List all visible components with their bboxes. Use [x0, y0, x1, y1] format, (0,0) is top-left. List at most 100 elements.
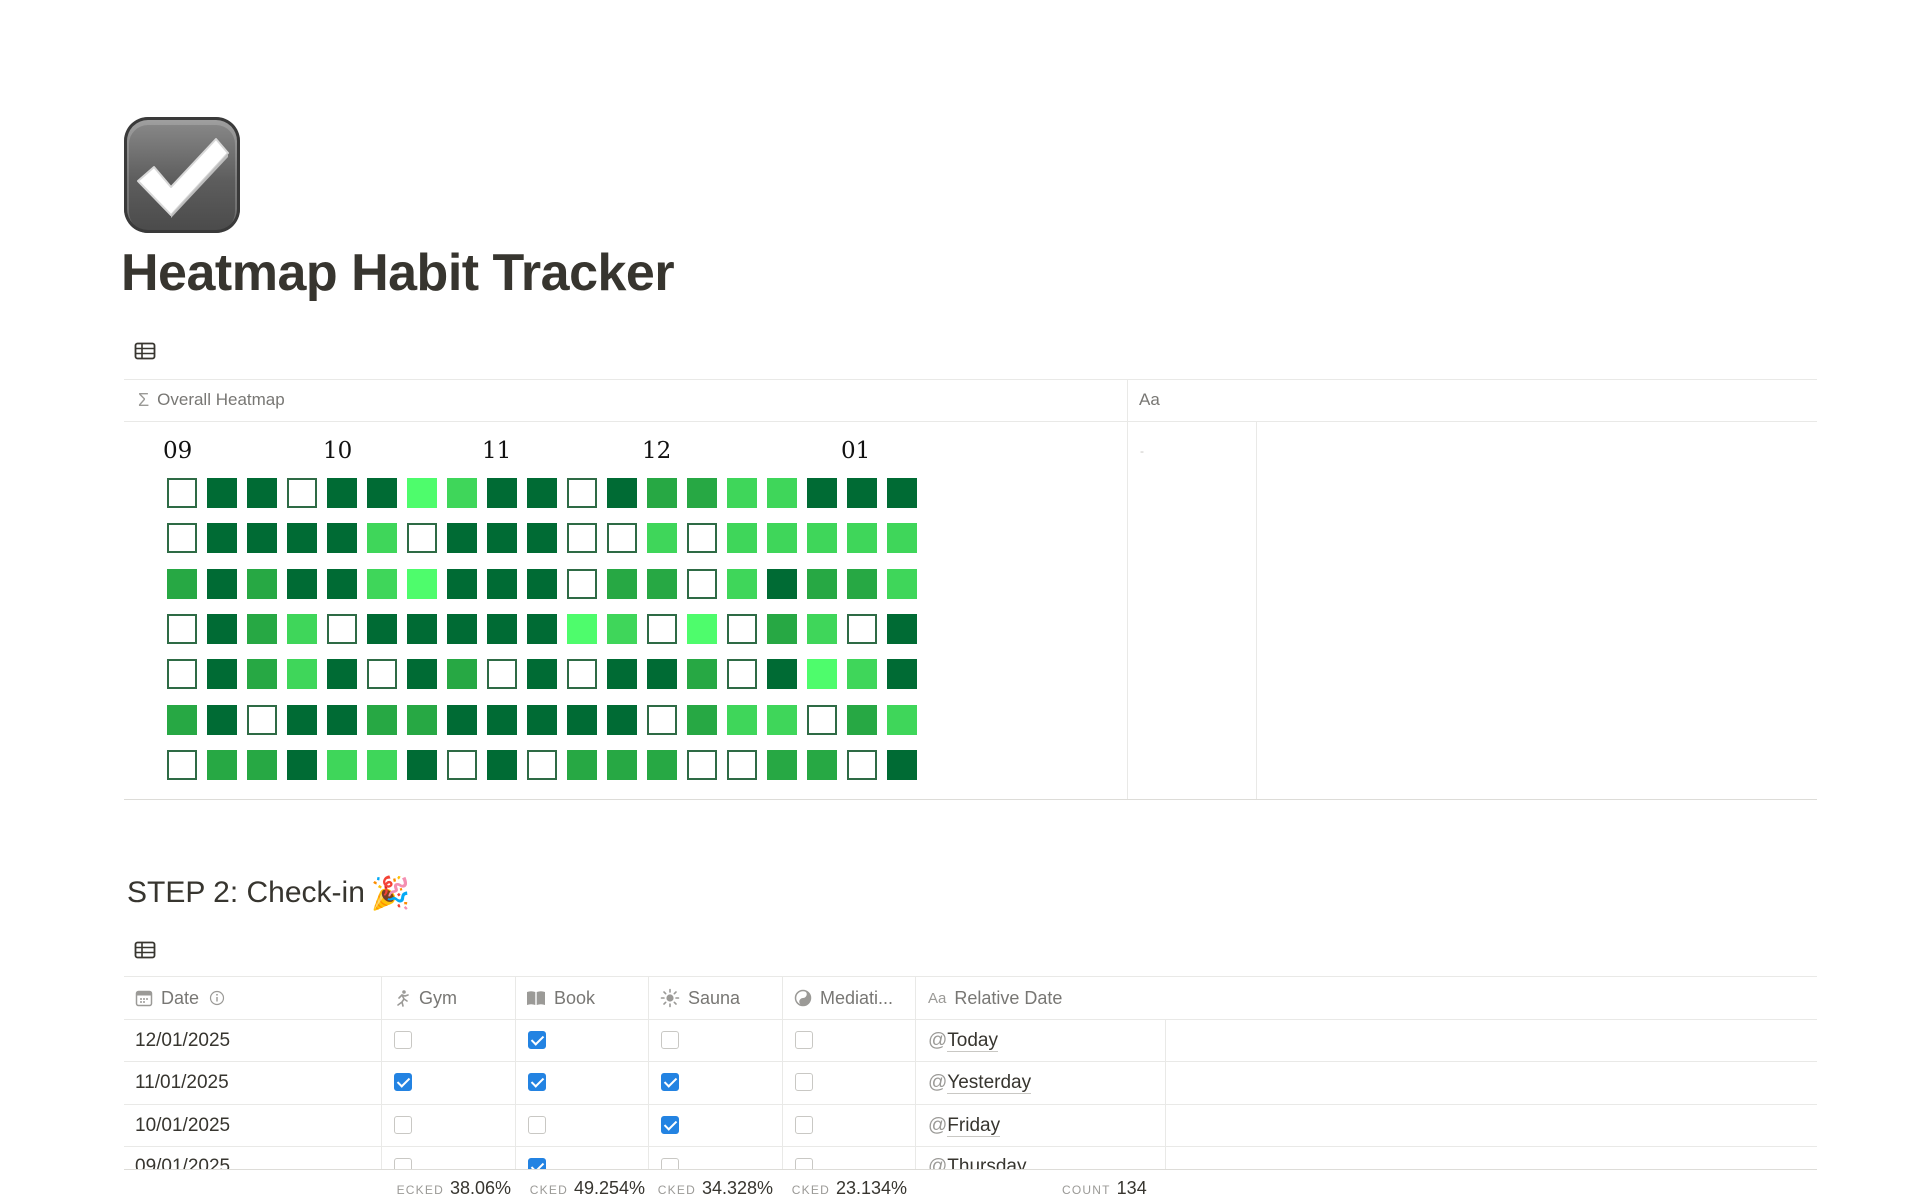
checkin-table-header-border: [124, 1019, 1817, 1020]
heatmap-day-cell: [887, 614, 917, 644]
heatmap-day-cell: [527, 569, 557, 599]
table-view-icon[interactable]: [134, 941, 156, 964]
heatmap-day-cell: [487, 614, 517, 644]
heatmap-day-cell: [887, 523, 917, 553]
meditation-checkbox[interactable]: [795, 1073, 813, 1091]
heatmap-day-cell: [487, 750, 517, 780]
column-header-book[interactable]: Book: [526, 977, 644, 1019]
month-label: 12: [642, 438, 672, 464]
heatmap-day-cell: [727, 659, 757, 689]
heatmap-day-cell: [407, 659, 437, 689]
column-header-label: Gym: [419, 987, 457, 1008]
heatmap-day-cell: [367, 523, 397, 553]
heatmap-day-cell: [807, 705, 837, 735]
calc-value: 34.328%: [701, 1178, 773, 1198]
gym-percent-checked[interactable]: ECKED 38.06%: [381, 1178, 511, 1199]
row-date[interactable]: 10/01/2025: [135, 1115, 230, 1137]
heatmap-day-cell: [207, 659, 237, 689]
heatmap-day-cell: [287, 614, 317, 644]
meditation-checkbox[interactable]: [795, 1116, 813, 1134]
column-header-overall-heatmap[interactable]: Σ Overall Heatmap: [138, 380, 285, 420]
page-icon-check-mark[interactable]: [124, 117, 240, 233]
heatmap-day-cell: [367, 750, 397, 780]
heatmap-day-cell: [647, 614, 677, 644]
heatmap-day-cell: [647, 569, 677, 599]
heatmap-day-cell: [527, 750, 557, 780]
column-header-date[interactable]: Date: [135, 977, 375, 1019]
heatmap-day-cell: [687, 523, 717, 553]
heatmap-day-cell: [447, 705, 477, 735]
column-header-label: Date: [161, 987, 200, 1008]
heatmap-table-top-border: [124, 379, 1817, 380]
heatmap-day-cell: [727, 569, 757, 599]
heatmap-day-cell: [807, 478, 837, 508]
row-date[interactable]: 12/01/2025: [135, 1030, 230, 1052]
heatmap-day-cell: [447, 614, 477, 644]
relative-date-value: Friday: [947, 1115, 1001, 1137]
calc-label: CKED: [791, 1183, 830, 1197]
sauna-checkbox[interactable]: [661, 1031, 679, 1049]
column-header-sauna[interactable]: Sauna: [660, 977, 778, 1019]
column-header-gym[interactable]: Gym: [393, 977, 511, 1019]
calc-label: COUNT: [1062, 1183, 1111, 1197]
heatmap-day-cell: [847, 478, 877, 508]
yin-yang-icon: [794, 989, 812, 1007]
column-header-label: Sauna: [688, 987, 741, 1008]
heatmap-day-cell: [287, 659, 317, 689]
text-property-icon: Aa: [1139, 390, 1160, 409]
heatmap-day-cell: [767, 750, 797, 780]
heatmap-day-cell: [167, 614, 197, 644]
heatmap-day-cell: [287, 750, 317, 780]
heatmap-day-cell: [207, 705, 237, 735]
relative-date-mention[interactable]: @Today: [928, 1030, 998, 1052]
book-checkbox[interactable]: [528, 1116, 546, 1134]
relative-date-mention[interactable]: @Friday: [928, 1115, 1001, 1137]
table-view-icon[interactable]: [134, 342, 156, 365]
sauna-checkbox[interactable]: [661, 1116, 679, 1134]
relative-date-count[interactable]: COUNT 134: [1062, 1178, 1147, 1199]
heatmap-day-cell: [487, 705, 517, 735]
column-header-relative-date[interactable]: Aa Relative Date: [928, 977, 1158, 1019]
relative-date-mention[interactable]: @Yesterday: [928, 1072, 1032, 1094]
heatmap-day-cell: [407, 614, 437, 644]
heatmap-day-cell: [887, 478, 917, 508]
row-date[interactable]: 11/01/2025: [135, 1072, 229, 1094]
sauna-checkbox[interactable]: [661, 1073, 679, 1091]
meditation-percent-checked[interactable]: CKED 23.134%: [782, 1178, 907, 1199]
heatmap-day-cell: [527, 659, 557, 689]
heatmap-day-cell: [607, 569, 637, 599]
heatmap-day-cell: [847, 569, 877, 599]
heatmap-day-cell: [647, 478, 677, 508]
heatmap-day-cell: [167, 478, 197, 508]
heatmap-day-cell: [687, 750, 717, 780]
gym-checkbox[interactable]: [394, 1031, 412, 1049]
heatmap-day-cell: [167, 523, 197, 553]
heatmap-day-cell: [807, 569, 837, 599]
party-popper-icon: 🎉: [370, 875, 411, 911]
column-header-name[interactable]: Aa: [1139, 380, 1160, 420]
info-icon[interactable]: [209, 990, 225, 1006]
heatmap-day-cell: [287, 705, 317, 735]
heatmap-day-cell: [847, 523, 877, 553]
heatmap-day-cell: [647, 705, 677, 735]
month-label: 01: [841, 438, 871, 464]
heatmap-day-cell: [327, 569, 357, 599]
column-divider: [381, 976, 382, 1169]
heatmap-day-cell: [447, 659, 477, 689]
sauna-percent-checked[interactable]: CKED 34.328%: [648, 1178, 773, 1199]
heatmap-day-cell: [687, 614, 717, 644]
meditation-checkbox[interactable]: [795, 1031, 813, 1049]
gym-checkbox[interactable]: [394, 1073, 412, 1091]
heatmap-day-cell: [407, 750, 437, 780]
column-header-meditation[interactable]: Mediati...: [794, 977, 912, 1019]
heatmap-grid: [167, 478, 927, 788]
gym-checkbox[interactable]: [394, 1116, 412, 1134]
check-mark-icon: [137, 138, 229, 218]
book-checkbox[interactable]: [528, 1073, 546, 1091]
heatmap-day-cell: [807, 614, 837, 644]
mention-at-symbol: @: [928, 1030, 948, 1051]
heatmap-day-cell: [807, 750, 837, 780]
book-checkbox[interactable]: [528, 1031, 546, 1049]
book-percent-checked[interactable]: CKED 49.254%: [515, 1178, 645, 1199]
heatmap-day-cell: [767, 705, 797, 735]
